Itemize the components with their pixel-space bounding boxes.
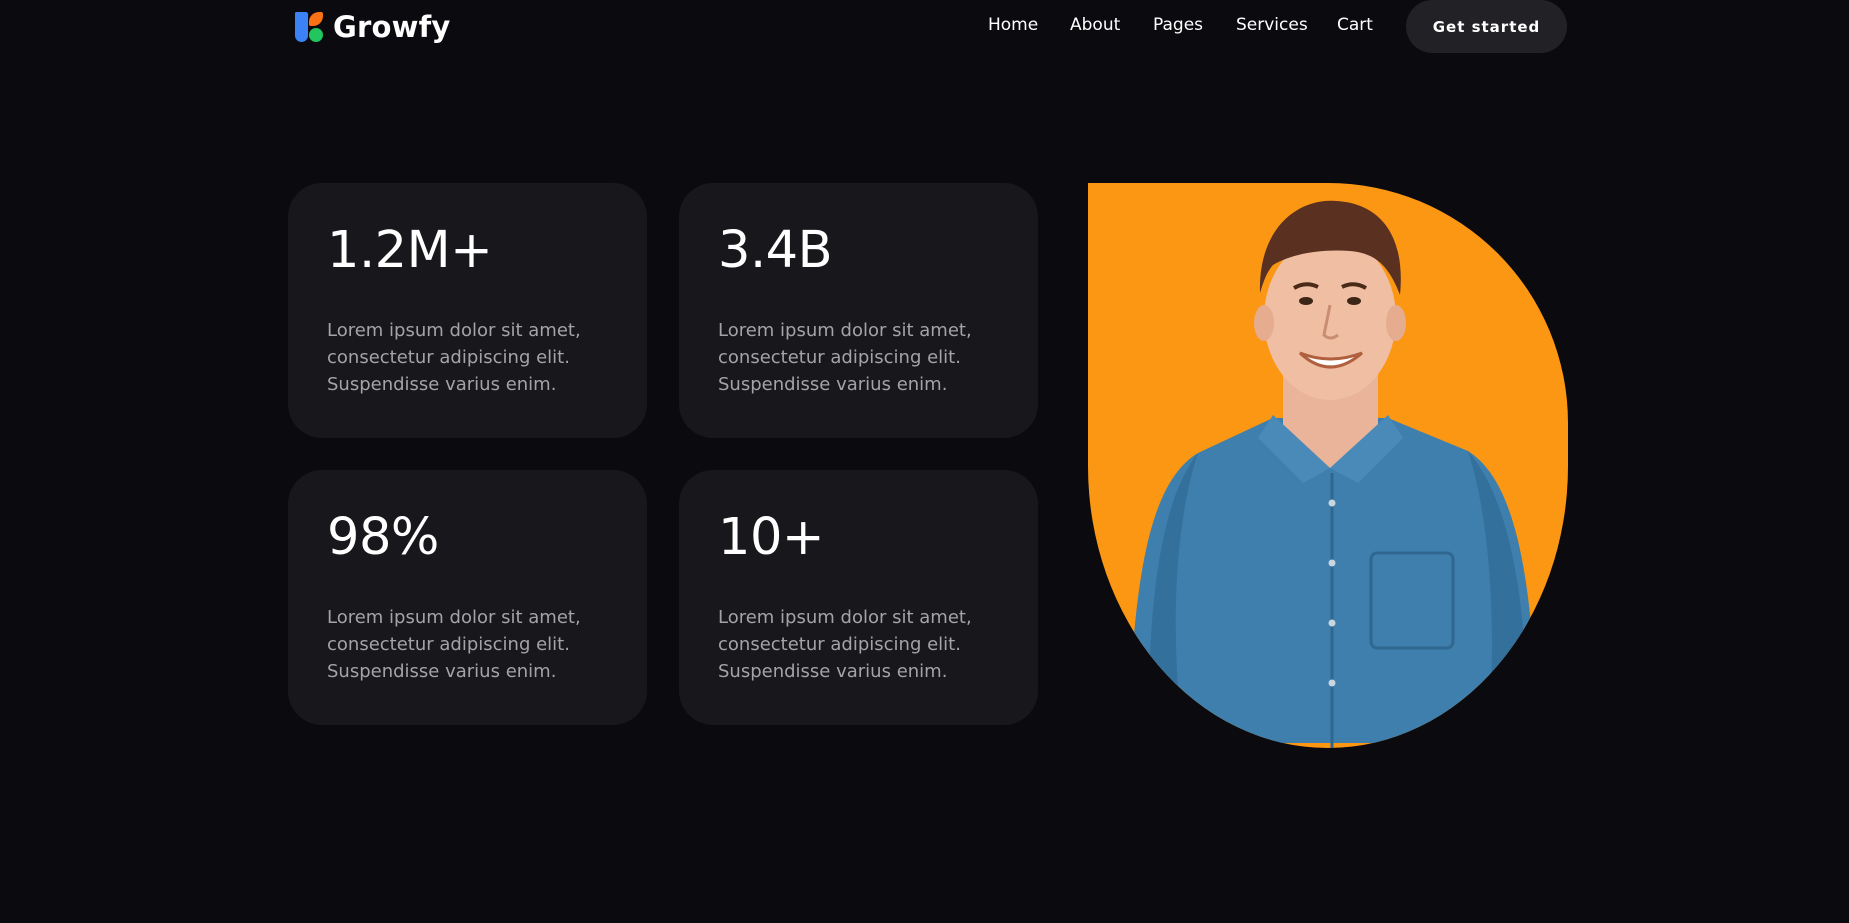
brand-name: Growfy <box>333 10 451 44</box>
stat-card: 10+ Lorem ipsum dolor sit amet, consecte… <box>679 470 1038 725</box>
nav-link-services[interactable]: Services <box>1236 15 1308 35</box>
stat-value: 1.2M+ <box>327 221 493 280</box>
stat-description: Lorem ipsum dolor sit amet, consectetur … <box>327 607 581 682</box>
stat-description: Lorem ipsum dolor sit amet, consectetur … <box>718 607 972 682</box>
person-portrait-image <box>1088 183 1568 748</box>
nav-link-pages[interactable]: Pages <box>1153 15 1203 35</box>
get-started-button[interactable]: Get started <box>1406 0 1567 53</box>
stat-description: Lorem ipsum dolor sit amet, consectetur … <box>718 320 972 395</box>
stat-card: 1.2M+ Lorem ipsum dolor sit amet, consec… <box>288 183 647 438</box>
stat-value: 98% <box>327 508 439 567</box>
growfy-logo-icon <box>293 9 325 45</box>
stat-description: Lorem ipsum dolor sit amet, consectetur … <box>327 320 581 395</box>
nav-link-about[interactable]: About <box>1070 15 1120 35</box>
stat-value: 3.4B <box>718 221 833 280</box>
stat-value: 10+ <box>718 508 825 567</box>
brand-logo-link[interactable]: Growfy <box>293 9 451 45</box>
nav-link-cart[interactable]: Cart <box>1337 15 1373 35</box>
page: Growfy Home About Pages Services Cart Ge… <box>0 0 1849 923</box>
site-header: Growfy Home About Pages Services Cart Ge… <box>0 0 1849 60</box>
stat-card: 3.4B Lorem ipsum dolor sit amet, consect… <box>679 183 1038 438</box>
portrait-illustration <box>1128 200 1538 748</box>
stat-card: 98% Lorem ipsum dolor sit amet, consecte… <box>288 470 647 725</box>
nav-link-home[interactable]: Home <box>988 15 1038 35</box>
